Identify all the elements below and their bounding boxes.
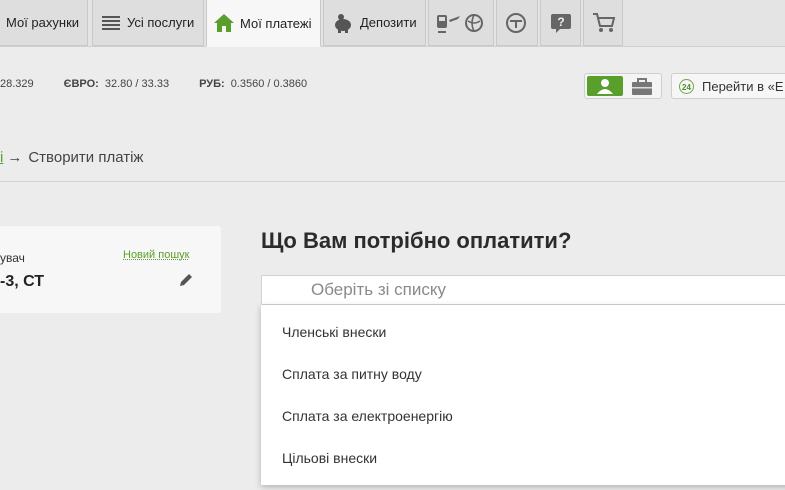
top-navigation: Мої рахунки Усі послуги Мої платежі Депо… <box>0 0 785 47</box>
privat24-logo-icon: 24 <box>679 79 694 94</box>
exchange-rates: 28.329 ЄВРО: 32.80 / 33.33 РУБ: 0.3560 / 0.3… <box>0 78 307 90</box>
edit-pencil-icon[interactable] <box>178 272 194 293</box>
dropdown-option[interactable]: Членські внески <box>282 324 386 340</box>
dropdown-option[interactable]: Сплата за електроенергію <box>282 408 453 424</box>
usd-rate-value: 28.329 <box>0 78 34 90</box>
transport-icon <box>435 12 461 34</box>
divider <box>0 181 785 182</box>
list-icon <box>101 14 121 32</box>
breadcrumb-current: Створити платіж <box>28 149 144 166</box>
payment-type-select[interactable]: Оберіть зі списку <box>261 275 785 305</box>
tab-label: Усі послуги <box>127 15 195 30</box>
tab-all-services[interactable]: Усі послуги <box>92 0 204 46</box>
tab-help[interactable]: ? <box>540 0 581 46</box>
recipient-card: увач -3, СТ Новий пошук <box>0 226 221 313</box>
tab-deposits[interactable]: Депозити <box>323 0 426 46</box>
rub-rate-value: 0.3560 / 0.3860 <box>230 78 308 90</box>
tab-label: Депозити <box>360 15 417 30</box>
rub-label: РУБ: <box>199 78 225 90</box>
globe-icon <box>465 13 483 32</box>
go-to-privat24-button[interactable]: 24 Перейти в «Е <box>671 73 785 99</box>
go-to-label: Перейти в «Е <box>702 79 784 94</box>
svg-text:?: ? <box>557 15 564 29</box>
select-placeholder: Оберіть зі списку <box>311 280 446 299</box>
account-type-toggle <box>584 73 662 99</box>
tab-shop[interactable] <box>583 0 623 46</box>
tab-label: Мої рахунки <box>6 15 80 30</box>
recipient-name: -3, СТ <box>0 273 45 290</box>
tab-utilities[interactable] <box>496 0 538 46</box>
tab-my-accounts[interactable]: Мої рахунки <box>0 0 88 46</box>
business-account-button[interactable] <box>629 77 655 97</box>
new-search-link[interactable]: Новий пошук <box>123 249 189 261</box>
home-icon <box>213 13 235 33</box>
breadcrumb: і → Створити платіж <box>0 149 143 166</box>
payment-type-dropdown: Членські внески Сплата за питну воду Спл… <box>261 305 785 485</box>
breadcrumb-arrow: → <box>7 149 23 166</box>
dropdown-option[interactable]: Цільові внески <box>282 450 377 466</box>
personal-account-button[interactable] <box>587 76 623 96</box>
tab-label: Мої платежі <box>240 15 312 31</box>
breadcrumb-link-payments[interactable]: і <box>0 149 3 166</box>
briefcase-icon <box>632 78 652 95</box>
help-icon: ? <box>550 13 572 33</box>
person-icon <box>597 79 613 94</box>
piggy-bank-icon <box>332 13 354 33</box>
eur-rate-value: 32.80 / 33.33 <box>104 78 170 90</box>
cart-icon <box>592 12 616 34</box>
eur-label: ЄВРО: <box>63 78 99 90</box>
tab-my-payments[interactable]: Мої платежі <box>206 0 321 47</box>
gauge-icon <box>505 12 527 34</box>
tab-travel[interactable] <box>428 0 494 46</box>
page-question: Що Вам потрібно оплатити? <box>261 228 572 253</box>
dropdown-option[interactable]: Сплата за питну воду <box>282 366 422 382</box>
recipient-label: увач <box>0 251 25 265</box>
